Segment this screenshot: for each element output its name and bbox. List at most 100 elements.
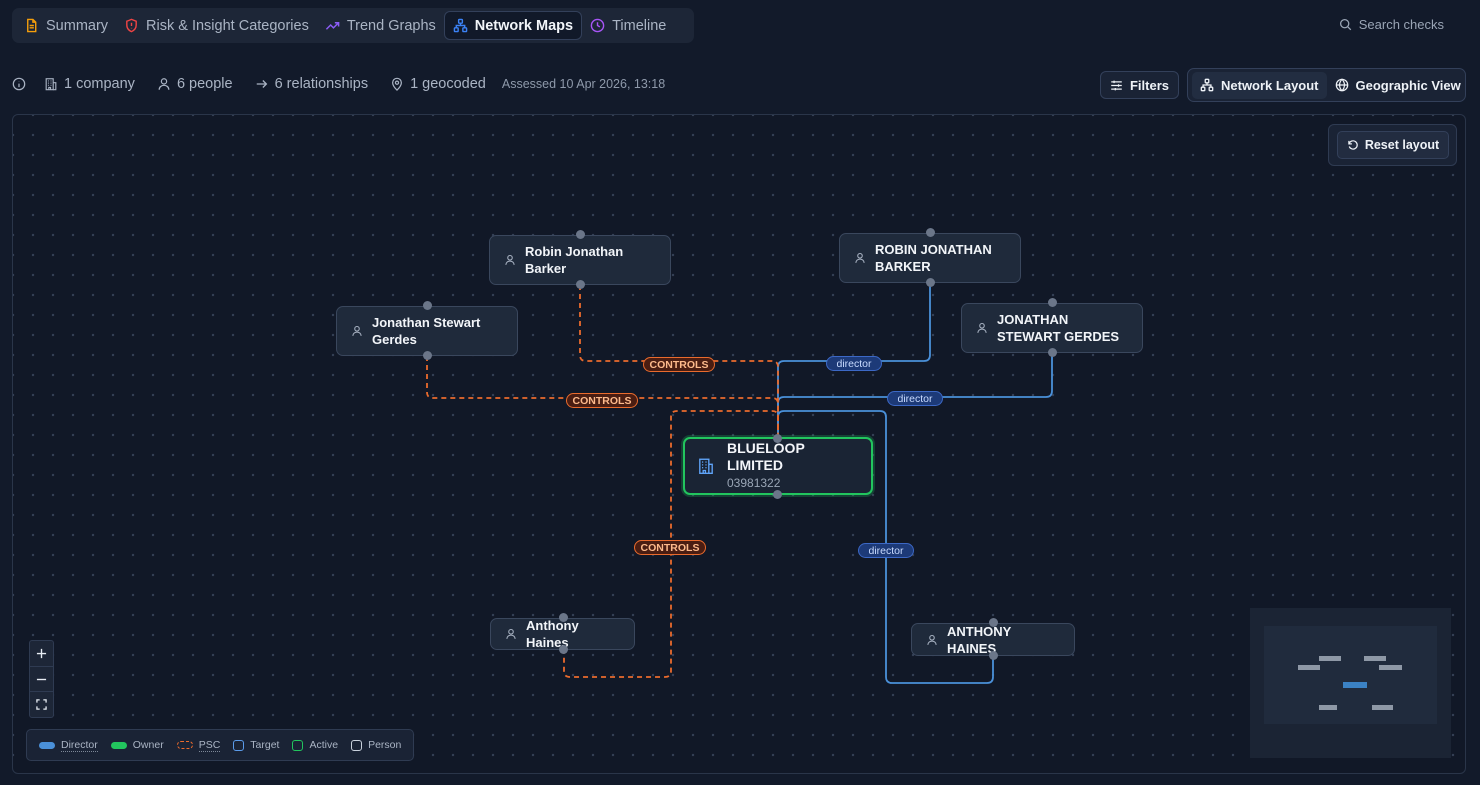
building-icon bbox=[45, 78, 57, 91]
zoom-in-button[interactable] bbox=[30, 641, 53, 667]
node-handle[interactable] bbox=[989, 651, 998, 660]
person-node[interactable]: Robin Jonathan Barker bbox=[489, 235, 671, 285]
trend-up-icon bbox=[325, 21, 340, 30]
legend-label: Owner bbox=[132, 739, 164, 751]
node-handle[interactable] bbox=[559, 645, 568, 654]
network-layout-label: Network Layout bbox=[1221, 77, 1319, 93]
network-layout-button[interactable]: Network Layout bbox=[1192, 71, 1327, 99]
network-icon bbox=[1200, 78, 1214, 92]
node-handle[interactable] bbox=[926, 278, 935, 287]
node-handle[interactable] bbox=[423, 301, 432, 310]
minus-icon bbox=[36, 678, 47, 680]
legend: Director Owner PSC Target Active Person bbox=[26, 729, 414, 761]
legend-label: Director bbox=[61, 738, 98, 752]
person-icon bbox=[352, 325, 362, 336]
clock-icon bbox=[590, 18, 605, 33]
legend-director: Director bbox=[39, 739, 98, 752]
fullscreen-icon bbox=[36, 699, 47, 710]
minimap-viewport[interactable] bbox=[1264, 626, 1437, 724]
filters-label: Filters bbox=[1129, 77, 1169, 93]
node-handle[interactable] bbox=[559, 613, 568, 622]
company-node[interactable]: BLUELOOP LIMITED 03981322 bbox=[683, 437, 873, 495]
legend-label: Active bbox=[309, 739, 339, 751]
info-icon bbox=[12, 77, 26, 91]
tab-timeline[interactable]: Timeline bbox=[582, 11, 674, 40]
edge-label-controls[interactable]: CONTROLS bbox=[566, 393, 638, 408]
tab-trend-graphs[interactable]: Trend Graphs bbox=[317, 11, 444, 40]
document-icon bbox=[27, 18, 37, 33]
node-handle[interactable] bbox=[989, 618, 998, 627]
person-name: Anthony Haines bbox=[526, 618, 579, 650]
node-handle[interactable] bbox=[1048, 348, 1057, 357]
node-handle[interactable] bbox=[423, 351, 432, 360]
company-info: BLUELOOP LIMITED 03981322 bbox=[727, 440, 859, 492]
tab-summary[interactable]: Summary bbox=[16, 11, 116, 40]
node-handle[interactable] bbox=[1048, 298, 1057, 307]
search-checks-button[interactable]: Search checks bbox=[1339, 17, 1444, 32]
company-count-text: 1 company bbox=[64, 76, 135, 92]
minimap-company-node bbox=[1343, 682, 1367, 688]
legend-label: Target bbox=[250, 739, 280, 751]
sliders-icon bbox=[1111, 80, 1122, 90]
tab-network-maps[interactable]: Network Maps bbox=[443, 11, 583, 40]
psc-swatch bbox=[176, 741, 193, 749]
person-node[interactable]: Jonathan Stewart Gerdes bbox=[336, 306, 518, 356]
zoom-out-button[interactable] bbox=[30, 667, 53, 693]
people-count-text: 6 people bbox=[176, 76, 233, 92]
edge-label-controls[interactable]: CONTROLS bbox=[634, 540, 706, 555]
person-node[interactable]: ROBIN JONATHAN BARKER bbox=[839, 233, 1021, 283]
reset-layout-panel: Reset layout bbox=[1328, 124, 1457, 166]
person-swatch bbox=[351, 739, 363, 751]
relationships-count: 6 relationships bbox=[255, 76, 369, 92]
person-name: ANTHONY HAINES bbox=[947, 623, 1012, 656]
person-icon bbox=[506, 628, 516, 639]
minimap-node bbox=[1372, 705, 1393, 710]
edge-label-director[interactable]: director bbox=[826, 356, 882, 371]
company-count: 1 company bbox=[44, 76, 135, 92]
geocoded-count: 1 geocoded bbox=[390, 76, 486, 92]
director-swatch bbox=[39, 741, 55, 749]
node-handle[interactable] bbox=[576, 280, 585, 289]
legend-active: Active bbox=[292, 739, 338, 751]
tab-risk-insight-categories[interactable]: Risk & Insight Categories bbox=[116, 11, 317, 40]
legend-target: Target bbox=[233, 739, 279, 751]
network-canvas[interactable]: CONTROLS CONTROLS CONTROLS director dire… bbox=[12, 114, 1466, 774]
main-tab-bar: Summary Risk & Insight Categories Trend … bbox=[12, 8, 694, 43]
target-swatch bbox=[233, 739, 245, 751]
person-icon bbox=[505, 254, 515, 265]
legend-psc: PSC bbox=[176, 739, 221, 752]
network-icon bbox=[453, 18, 468, 33]
reset-layout-button[interactable]: Reset layout bbox=[1337, 131, 1449, 159]
edge-label-director[interactable]: director bbox=[887, 391, 943, 406]
geographic-view-button[interactable]: Geographic View bbox=[1327, 72, 1469, 99]
active-swatch bbox=[292, 739, 304, 751]
tab-label: Summary bbox=[46, 17, 109, 34]
person-node[interactable]: JONATHAN STEWART GERDES bbox=[961, 303, 1143, 353]
filters-button[interactable]: Filters bbox=[1100, 71, 1179, 99]
map-pin-icon bbox=[392, 77, 403, 91]
fit-view-button[interactable] bbox=[30, 692, 53, 717]
node-handle[interactable] bbox=[773, 434, 782, 443]
search-icon bbox=[1339, 18, 1351, 31]
relationships-count-text: 6 relationships bbox=[274, 76, 369, 92]
node-handle[interactable] bbox=[773, 490, 782, 499]
edge-label-director[interactable]: director bbox=[858, 543, 914, 558]
minimap[interactable] bbox=[1250, 608, 1451, 758]
tab-label: Network Maps bbox=[474, 17, 574, 34]
company-number: 03981322 bbox=[727, 476, 781, 490]
assessed-timestamp: Assessed 10 Apr 2026, 13:18 bbox=[501, 77, 666, 91]
edge-label-controls[interactable]: CONTROLS bbox=[643, 357, 715, 372]
node-handle[interactable] bbox=[926, 228, 935, 237]
info-stat[interactable] bbox=[12, 77, 26, 91]
shield-alert-icon bbox=[126, 18, 137, 33]
view-toggle: Network Layout Geographic View bbox=[1187, 68, 1466, 102]
plus-icon bbox=[36, 648, 47, 658]
globe-icon bbox=[1335, 78, 1348, 92]
minimap-node bbox=[1364, 656, 1386, 661]
person-name: Robin Jonathan Barker bbox=[525, 244, 624, 276]
minimap-node bbox=[1319, 705, 1337, 710]
node-handle[interactable] bbox=[576, 230, 585, 239]
company-name: BLUELOOP LIMITED bbox=[727, 440, 805, 473]
person-icon bbox=[977, 322, 987, 333]
person-icon bbox=[855, 252, 865, 263]
